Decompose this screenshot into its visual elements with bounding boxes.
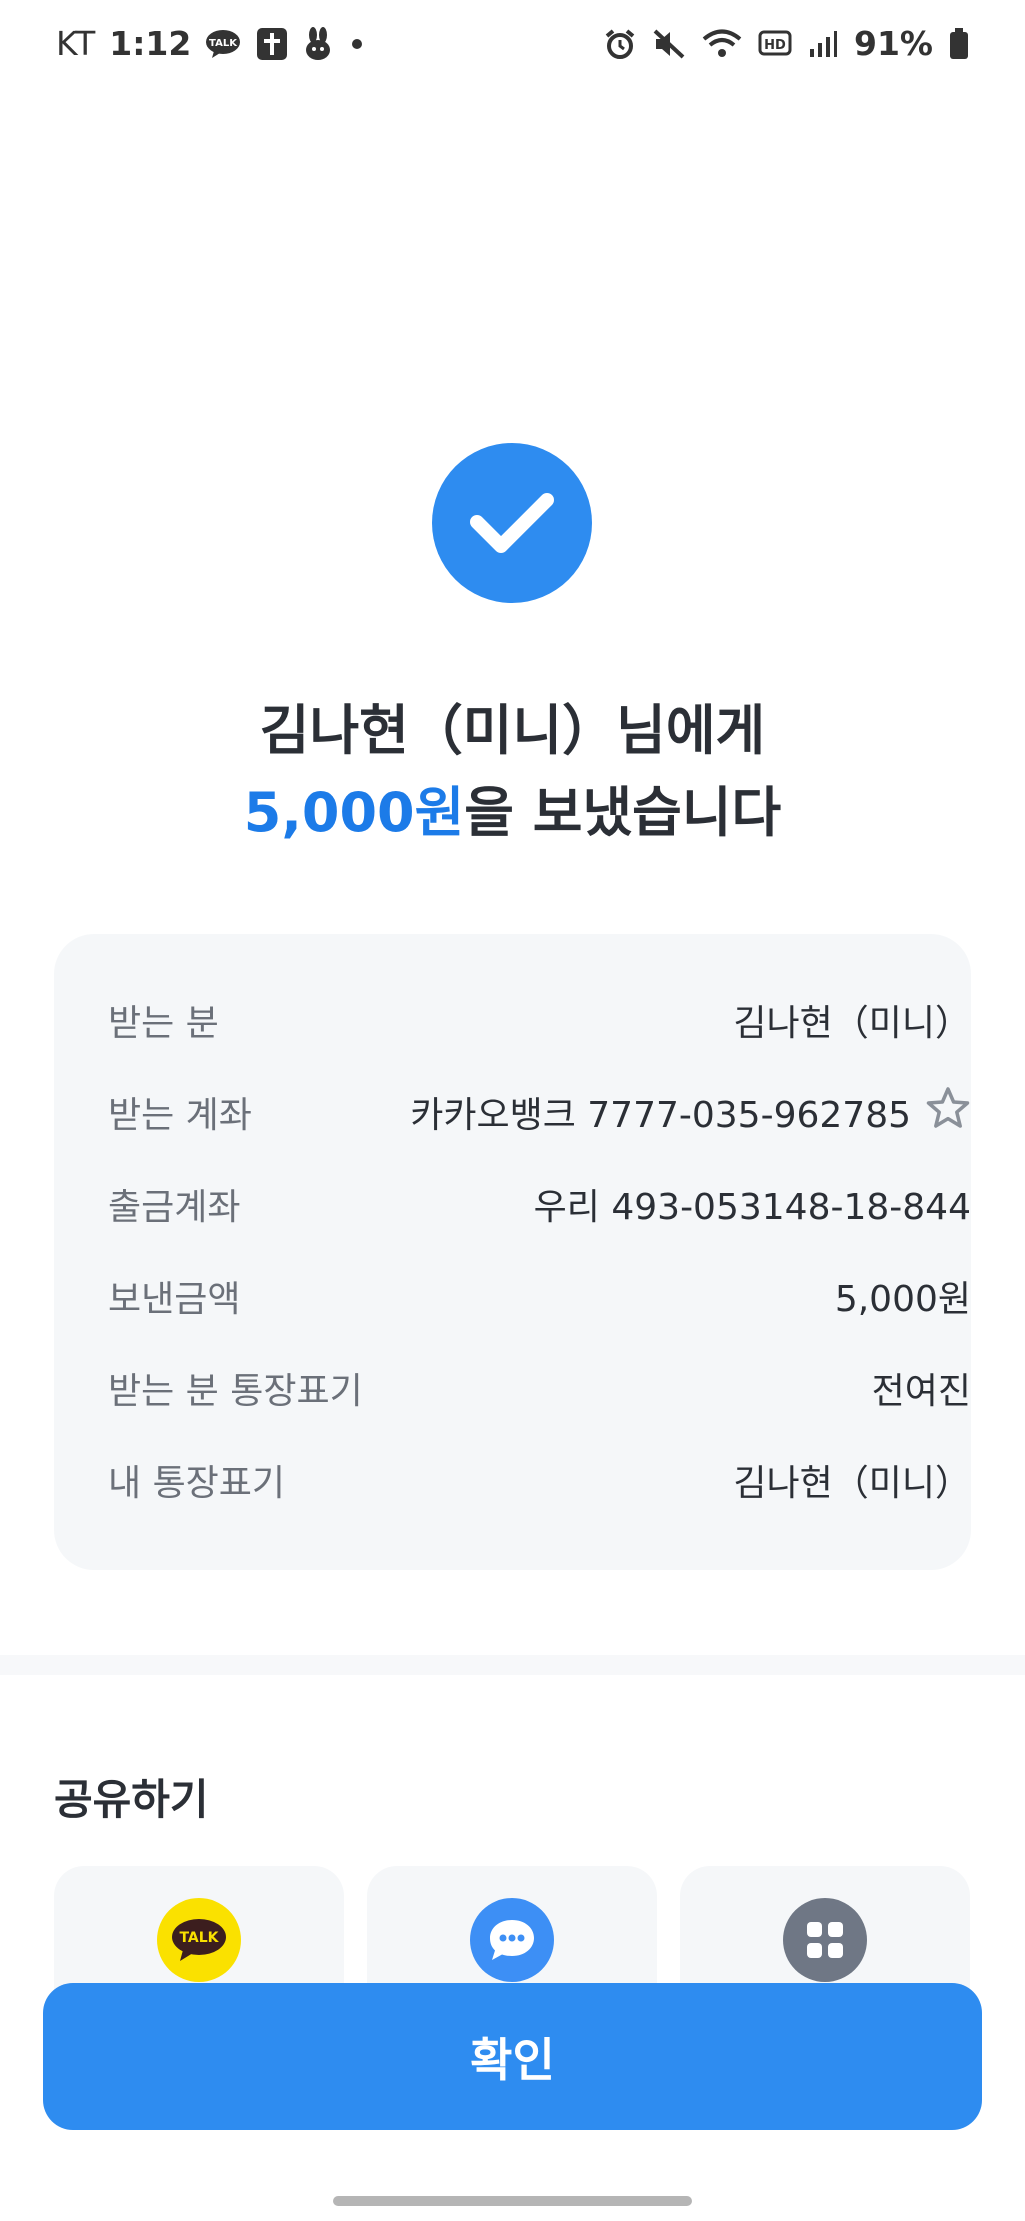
amount-line: 5,000원을 보냈습니다 xyxy=(0,772,1025,854)
detail-value: 5,000원 xyxy=(834,1279,971,1320)
sent-suffix: 을 보냈습니다 xyxy=(464,781,782,844)
detail-row-withdraw-account: 출금계좌 우리 493-053148-18-844 xyxy=(108,1174,971,1234)
mute-icon xyxy=(652,28,686,60)
detail-row-recipient-memo: 받는 분 통장표기 전여진 xyxy=(108,1358,971,1418)
kakaotalk-icon: TALK xyxy=(157,1898,241,1982)
talk-notification-icon: TALK xyxy=(205,29,241,59)
detail-value-group: 카카오뱅크 7777-035-962785 xyxy=(410,1086,971,1139)
hd-voice-icon: HD xyxy=(758,30,792,58)
detail-label: 받는 계좌 xyxy=(108,1095,252,1136)
kakaotalk-badge-label: TALK xyxy=(179,1930,219,1946)
favorite-star-icon[interactable] xyxy=(925,1086,971,1139)
svg-text:HD: HD xyxy=(764,38,786,53)
more-notifications-dot-icon xyxy=(347,34,367,54)
transfer-details-card: 받는 분 김나현（미니） 받는 계좌 카카오뱅크 7777-035-962785… xyxy=(54,934,971,1570)
detail-value: 우리 493-053148-18-844 xyxy=(533,1187,971,1228)
detail-value: 전여진 xyxy=(871,1371,971,1412)
sent-amount: 5,000원 xyxy=(243,781,465,844)
section-divider xyxy=(0,1655,1025,1675)
detail-row-my-memo: 내 통장표기 김나현（미니） xyxy=(108,1450,971,1510)
rabbit-app-icon xyxy=(303,26,333,61)
detail-value: 김나현（미니） xyxy=(733,1463,971,1504)
battery-icon xyxy=(949,27,969,60)
success-check-icon xyxy=(432,443,592,603)
wifi-icon xyxy=(702,28,742,60)
recipient-line: 김나현（미니）님에게 xyxy=(259,699,766,762)
detail-row-sent-amount: 보낸금액 5,000원 xyxy=(108,1266,971,1326)
detail-label: 받는 분 통장표기 xyxy=(108,1371,363,1412)
alarm-icon xyxy=(604,28,636,60)
carrier-label: KT xyxy=(56,24,96,63)
more-apps-icon xyxy=(783,1898,867,1982)
bible-app-icon xyxy=(255,26,289,62)
detail-label: 보낸금액 xyxy=(108,1279,241,1320)
transfer-result-message: 김나현（미니）님에게 5,000원을 보냈습니다 xyxy=(0,690,1025,854)
share-title: 공유하기 xyxy=(54,1775,209,1824)
detail-row-recipient: 받는 분 김나현（미니） xyxy=(108,990,971,1050)
battery-percent: 91% xyxy=(854,24,933,63)
detail-value: 김나현（미니） xyxy=(733,1003,971,1044)
confirm-button[interactable]: 확인 xyxy=(43,1983,982,2130)
signal-icon xyxy=(808,29,838,59)
status-right: HD 91% xyxy=(604,24,969,63)
detail-label: 받는 분 xyxy=(108,1003,219,1044)
message-icon xyxy=(470,1898,554,1982)
status-bar: KT 1:12 TALK HD 91% xyxy=(0,0,1025,96)
home-indicator[interactable] xyxy=(333,2196,692,2206)
detail-value: 카카오뱅크 7777-035-962785 xyxy=(410,1095,911,1136)
clock: 1:12 xyxy=(109,24,192,63)
talk-notification-label: TALK xyxy=(209,38,238,49)
status-left: KT 1:12 TALK xyxy=(56,24,367,63)
detail-label: 출금계좌 xyxy=(108,1187,241,1228)
detail-label: 내 통장표기 xyxy=(108,1463,286,1504)
detail-row-recipient-account: 받는 계좌 카카오뱅크 7777-035-962785 xyxy=(108,1082,971,1142)
